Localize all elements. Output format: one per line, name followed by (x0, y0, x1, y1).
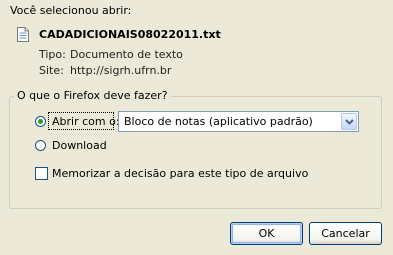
download-radio[interactable] (35, 140, 46, 151)
application-select[interactable]: Bloco de notas (aplicativo padrão) (118, 111, 359, 132)
chevron-down-icon (345, 119, 354, 125)
radio-selected-dot (38, 119, 43, 124)
file-type-label: Tipo: (39, 48, 66, 61)
action-group-legend: O que o Firefox deve fazer? (14, 89, 171, 102)
file-site-value: http://sigrh.ufrn.br (70, 64, 172, 77)
open-with-label[interactable]: Abrir com o: (52, 115, 120, 128)
file-name: CADADICIONAIS08022011.txt (39, 28, 221, 41)
remember-checkbox[interactable] (35, 167, 48, 180)
dropdown-button[interactable] (341, 113, 357, 130)
file-type-value: Documento de texto (70, 48, 183, 61)
open-with-radio[interactable] (35, 116, 46, 127)
file-site-label: Site: (39, 64, 64, 77)
ok-button[interactable]: OK (230, 222, 303, 245)
dialog-intro-text: Você selecionou abrir: (10, 4, 132, 17)
application-select-value: Bloco de notas (aplicativo padrão) (124, 115, 313, 128)
download-label[interactable]: Download (52, 139, 107, 152)
remember-label[interactable]: Memorizar a decisão para este tipo de ar… (52, 167, 308, 180)
cancel-button[interactable]: Cancelar (309, 222, 382, 245)
text-file-icon (17, 27, 29, 42)
